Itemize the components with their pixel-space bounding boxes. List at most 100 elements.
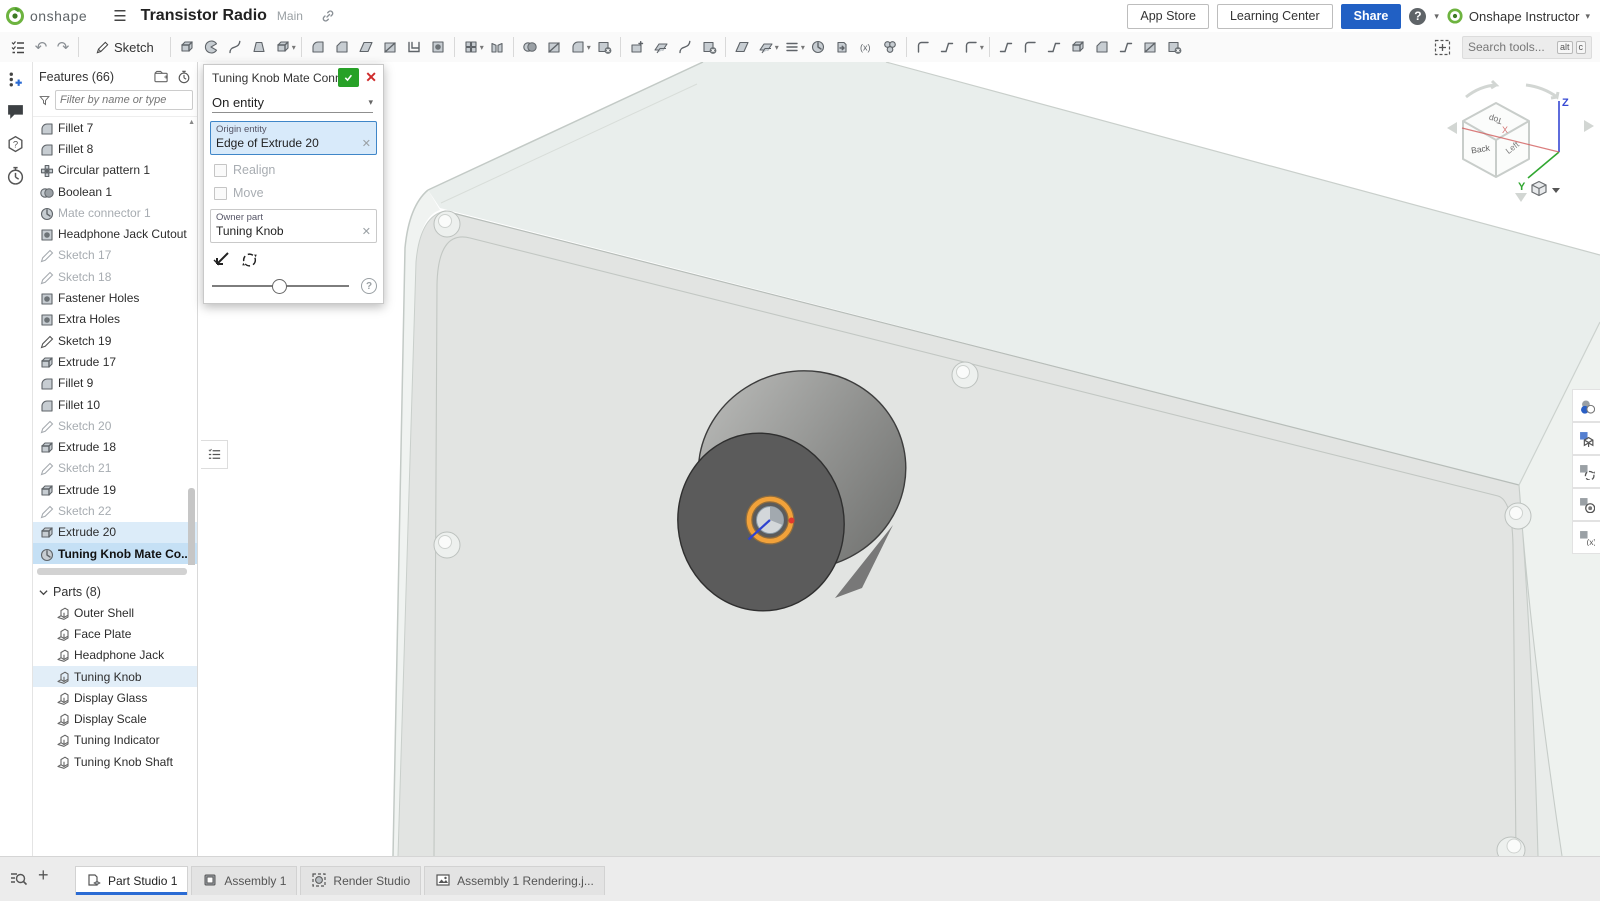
link-icon[interactable] — [321, 9, 335, 23]
derived-icon[interactable] — [830, 35, 854, 59]
turntable-panel-tab[interactable] — [1572, 455, 1600, 488]
chamfer-icon[interactable] — [330, 35, 354, 59]
rollback-history-icon[interactable] — [177, 70, 191, 84]
finish-sheet-metal-icon[interactable] — [1162, 35, 1186, 59]
select-frame-icon[interactable] — [1430, 35, 1454, 59]
variable-icon[interactable]: (x) — [854, 35, 878, 59]
undo-icon[interactable]: ↶ — [30, 38, 52, 56]
feature-row[interactable]: Mate connector 1 — [33, 202, 197, 223]
dialog-help-icon[interactable]: ? — [361, 278, 377, 294]
flange-icon[interactable] — [994, 35, 1018, 59]
clear-origin-icon[interactable]: ✕ — [362, 137, 371, 150]
feature-row[interactable]: Sketch 21 — [33, 458, 197, 479]
tab-assembly-1-rendering-j[interactable]: Assembly 1 Rendering.j... — [424, 866, 605, 895]
slider-handle[interactable] — [272, 279, 287, 294]
extrude-icon[interactable] — [175, 35, 199, 59]
app-store-button[interactable]: App Store — [1127, 4, 1209, 29]
screw-hole[interactable] — [952, 362, 978, 388]
tab-render-studio[interactable]: Render Studio — [300, 866, 421, 895]
feature-row[interactable]: Sketch 19 — [33, 330, 197, 351]
move-checkbox[interactable] — [214, 187, 227, 200]
clear-owner-icon[interactable]: ✕ — [362, 225, 371, 238]
selection-list-toggle[interactable] — [201, 440, 228, 469]
main-menu-icon[interactable]: ☰ — [113, 7, 126, 25]
3d-viewport[interactable]: Top Back Left Z Y X — [198, 62, 1600, 856]
feature-row[interactable]: Sketch 20 — [33, 415, 197, 436]
rotate-axis-icon[interactable] — [240, 251, 259, 269]
vertical-scrollbar[interactable] — [188, 488, 195, 565]
sheet-metal-flange-icon[interactable] — [935, 35, 959, 59]
feature-row[interactable]: Boolean 1 — [33, 181, 197, 202]
feature-row[interactable]: Fillet 8 — [33, 138, 197, 159]
part-row[interactable]: Display Scale — [33, 708, 197, 729]
split-icon[interactable] — [542, 35, 566, 59]
feature-row[interactable]: Extrude 19 — [33, 479, 197, 500]
hem-icon[interactable] — [1018, 35, 1042, 59]
comment-icon[interactable] — [6, 102, 26, 122]
sweep-icon[interactable] — [223, 35, 247, 59]
part-row[interactable]: Display Glass — [33, 687, 197, 708]
extend-wall-icon[interactable] — [1114, 35, 1138, 59]
shell-icon[interactable] — [402, 35, 426, 59]
move-checkbox-row[interactable]: Move — [214, 186, 383, 200]
document-title[interactable]: Transistor Radio — [141, 7, 267, 25]
thicken-caret-icon[interactable]: ▾ — [292, 43, 296, 52]
bend-icon[interactable] — [1042, 35, 1066, 59]
feature-row[interactable]: Extrude 17 — [33, 351, 197, 372]
rip-icon[interactable] — [1138, 35, 1162, 59]
realign-checkbox[interactable] — [214, 164, 227, 177]
sketch-button[interactable]: Sketch — [89, 38, 160, 57]
revolve-icon[interactable] — [199, 35, 223, 59]
part-row[interactable]: Face Plate — [33, 623, 197, 644]
part-row[interactable]: Outer Shell — [33, 602, 197, 623]
modify-fillet-caret-icon[interactable]: ▾ — [587, 43, 591, 52]
rib-icon[interactable] — [378, 35, 402, 59]
feature-row[interactable]: Extra Holes — [33, 309, 197, 330]
help-box-icon[interactable]: ? — [6, 134, 26, 154]
delete-face-icon[interactable] — [697, 35, 721, 59]
part-row[interactable]: Headphone Jack — [33, 645, 197, 666]
delete-part-icon[interactable] — [592, 35, 616, 59]
owner-part-field[interactable]: Owner part Tuning Knob ✕ — [210, 209, 377, 243]
tab-part-studio-1[interactable]: Part Studio 1 — [75, 866, 188, 895]
feature-row[interactable]: Fillet 7 — [33, 117, 197, 138]
screw-hole[interactable] — [1505, 503, 1531, 529]
plane-icon[interactable] — [730, 35, 754, 59]
sheet-metal-model-icon[interactable] — [911, 35, 935, 59]
part-row[interactable]: Tuning Indicator — [33, 730, 197, 751]
loft-icon[interactable] — [247, 35, 271, 59]
feature-row[interactable]: Sketch 22 — [33, 500, 197, 521]
replace-face-icon[interactable] — [649, 35, 673, 59]
search-tools-input[interactable]: Search tools... alt c — [1462, 36, 1592, 59]
composite-part-caret-icon[interactable]: ▾ — [775, 43, 779, 52]
feature-list-toggle-icon[interactable] — [6, 35, 30, 59]
part-row[interactable]: Tuning Knob — [33, 666, 197, 687]
entity-mode-select[interactable]: On entity ▾ — [212, 92, 373, 113]
radio-body[interactable] — [393, 62, 1600, 856]
render-options-panel-tab[interactable] — [1572, 488, 1600, 521]
feature-row[interactable]: Tuning Knob Mate Co... — [33, 543, 197, 564]
cancel-button[interactable]: ✕ — [363, 69, 379, 86]
flip-axis-icon[interactable] — [212, 251, 232, 269]
feature-row[interactable]: Extrude 18 — [33, 436, 197, 457]
hole-icon[interactable] — [426, 35, 450, 59]
help-caret-icon[interactable]: ▾ — [1434, 11, 1439, 22]
help-icon[interactable]: ? — [1409, 8, 1426, 25]
origin-entity-field[interactable]: Origin entity Edge of Extrude 20 ✕ — [210, 121, 377, 155]
filter-input[interactable] — [55, 90, 193, 110]
insert-item-icon[interactable] — [6, 70, 26, 90]
named-views-panel-tab[interactable] — [1572, 422, 1600, 455]
feature-row[interactable]: Circular pattern 1 — [33, 160, 197, 181]
confirm-button[interactable] — [338, 68, 359, 87]
branch-name[interactable]: Main — [277, 9, 303, 23]
boolean-icon[interactable] — [518, 35, 542, 59]
sheet-metal-joint-caret-icon[interactable]: ▾ — [980, 43, 984, 52]
tab-search-icon[interactable] — [10, 871, 27, 887]
feature-row[interactable]: Fillet 9 — [33, 373, 197, 394]
move-face-icon[interactable] — [625, 35, 649, 59]
view-cube[interactable]: Top Back Left Z Y X — [1447, 81, 1594, 202]
curve-pattern-caret-icon[interactable]: ▾ — [801, 43, 805, 52]
realign-checkbox-row[interactable]: Realign — [214, 163, 383, 177]
feature-row[interactable]: Extrude 20 — [33, 522, 197, 543]
custom-views-panel-tab[interactable]: (x) — [1572, 521, 1600, 554]
